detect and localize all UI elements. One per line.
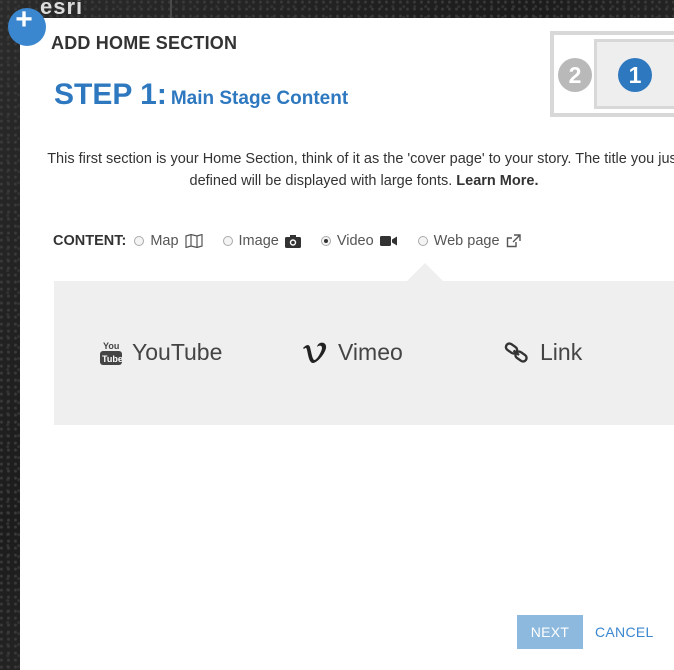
- youtube-source-button[interactable]: You Tube YouTube: [100, 339, 222, 366]
- video-source-panel: You Tube YouTube Vimeo Link: [54, 263, 674, 425]
- background-divider: [170, 0, 172, 18]
- step-2-indicator: 2: [558, 58, 592, 92]
- content-type-selector: CONTENT: Map Image Video Web page: [53, 233, 541, 249]
- intro-body: This first section is your Home Section,…: [47, 151, 674, 189]
- content-label: CONTENT:: [53, 233, 127, 249]
- intro-text: This first section is your Home Section,…: [44, 148, 674, 192]
- learn-more-link[interactable]: Learn More.: [456, 173, 538, 189]
- svg-text:Tube: Tube: [102, 354, 122, 364]
- content-option-image[interactable]: Image: [222, 233, 301, 249]
- vimeo-source-button[interactable]: Vimeo: [302, 339, 403, 366]
- source-label: Vimeo: [338, 339, 403, 365]
- map-radio[interactable]: [134, 236, 145, 246]
- source-label: YouTube: [132, 339, 223, 365]
- link-icon: [504, 341, 530, 364]
- cancel-button[interactable]: CANCEL: [595, 615, 654, 649]
- source-label: Link: [540, 339, 583, 365]
- link-source-button[interactable]: Link: [504, 339, 582, 366]
- dialog-title: ADD HOME SECTION: [51, 33, 238, 53]
- panel-pointer: [407, 263, 443, 281]
- video-camera-icon: [379, 235, 398, 247]
- external-link-icon: [506, 234, 521, 248]
- svg-text:You: You: [103, 341, 119, 351]
- youtube-icon: You Tube: [100, 340, 122, 366]
- step-label: STEP 1:: [54, 78, 167, 111]
- vimeo-icon: [302, 342, 328, 364]
- image-radio[interactable]: [222, 236, 233, 246]
- camera-icon: [284, 234, 301, 248]
- content-option-video[interactable]: Video: [320, 233, 398, 249]
- next-button[interactable]: NEXT: [517, 615, 583, 649]
- step-subtitle: Main Stage Content: [170, 88, 349, 109]
- step-heading: STEP 1: Main Stage Content: [54, 75, 348, 112]
- option-label: Map: [150, 233, 179, 249]
- content-option-map[interactable]: Map: [134, 233, 203, 249]
- background-logo: esri: [40, 0, 84, 19]
- web-page-radio[interactable]: [417, 236, 428, 246]
- option-label: Image: [238, 233, 279, 249]
- add-section-badge: +: [8, 3, 46, 46]
- step-1-indicator: 1: [618, 58, 652, 92]
- plus-icon: +: [15, 3, 33, 36]
- video-radio[interactable]: [320, 236, 331, 246]
- map-icon: [184, 234, 203, 248]
- option-label: Video: [336, 233, 374, 249]
- option-label: Web page: [433, 233, 500, 249]
- layout-preview: 2 1: [550, 31, 674, 117]
- content-option-web-page[interactable]: Web page: [417, 233, 521, 249]
- add-home-section-dialog: ADD HOME SECTION STEP 1: Main Stage Conte…: [20, 18, 674, 670]
